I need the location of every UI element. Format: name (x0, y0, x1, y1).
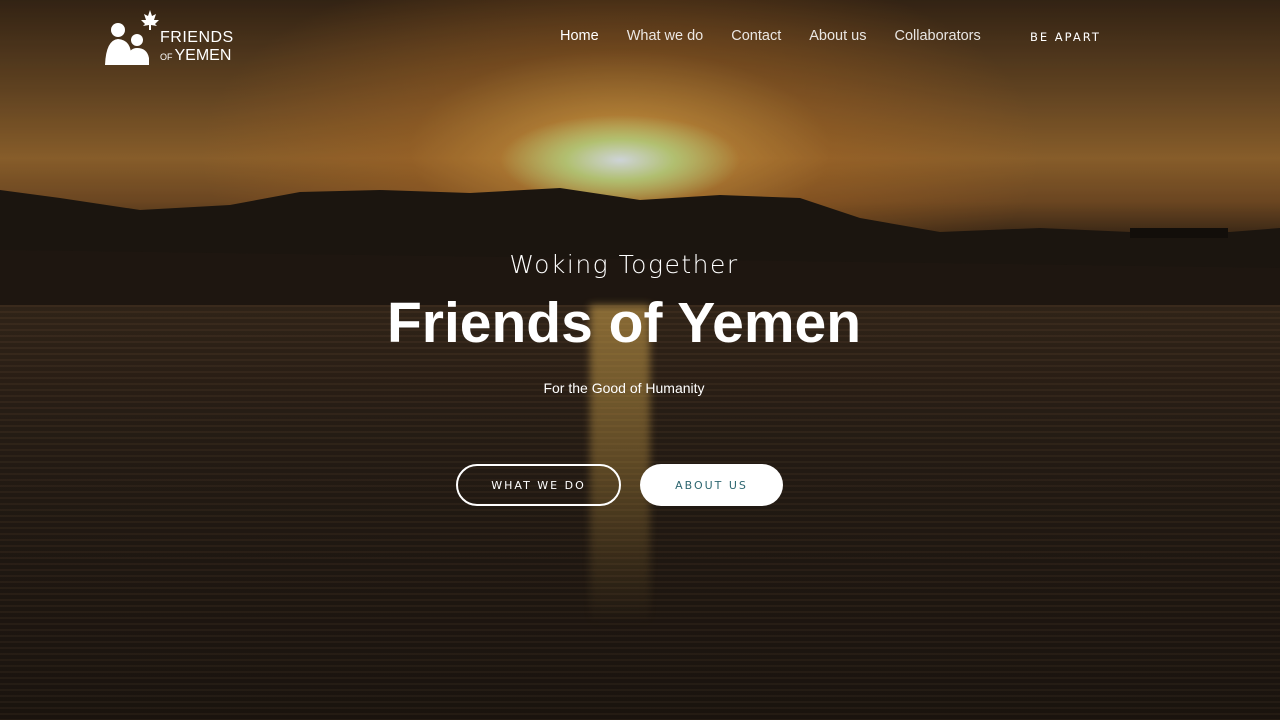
logo-of: OF (160, 52, 173, 62)
hero-overlay (0, 0, 1280, 720)
main-nav: Home What we do Contact About us Collabo… (560, 28, 1009, 44)
logo-line1: FRIENDS (160, 29, 234, 46)
about-us-button[interactable]: ABOUT US (640, 464, 783, 506)
nav-home[interactable]: Home (560, 28, 599, 44)
nav-contact[interactable]: Contact (731, 28, 781, 44)
logo-wordmark: FRIENDS OF YEMEN (160, 30, 234, 64)
hero-subtitle: Woking Together (509, 250, 739, 279)
logo-line2: OF YEMEN (160, 48, 234, 64)
nav-collaborators[interactable]: Collaborators (895, 28, 981, 44)
brand-logo[interactable]: FRIENDS OF YEMEN (104, 8, 244, 68)
hero-title: Friends of Yemen (386, 291, 862, 355)
what-we-do-button[interactable]: WHAT WE DO (456, 464, 621, 506)
nav-what-we-do[interactable]: What we do (627, 28, 704, 44)
nav-about-us[interactable]: About us (809, 28, 866, 44)
hero-tagline: For the Good of Humanity (543, 380, 705, 396)
logo-yemen: YEMEN (174, 47, 232, 64)
be-apart-link[interactable]: BE APART (1030, 30, 1101, 44)
family-icon (105, 10, 159, 65)
